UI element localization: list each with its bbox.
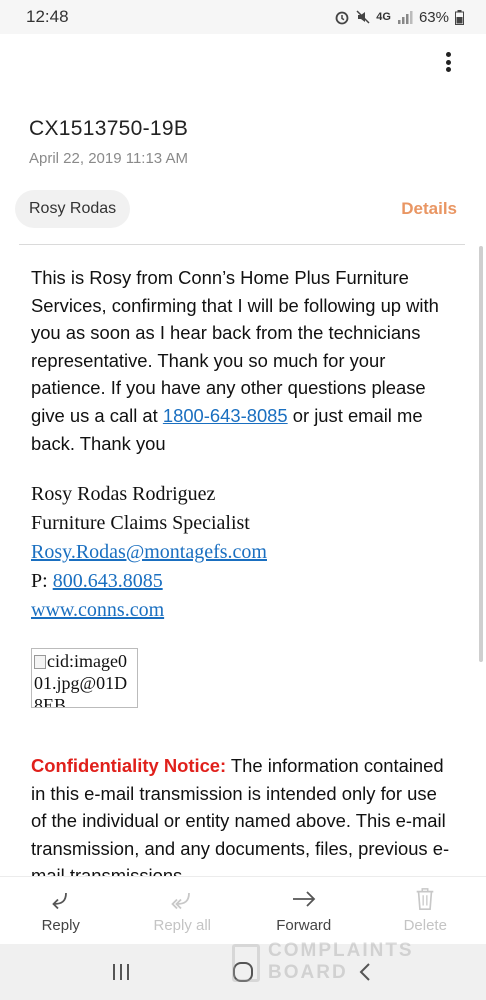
network-type: 4G bbox=[376, 11, 391, 23]
forward-button[interactable]: Forward bbox=[243, 877, 365, 944]
signature-website-link[interactable]: www.conns.com bbox=[31, 599, 164, 621]
signature-email-link[interactable]: Rosy.Rodas@montagefs.com bbox=[31, 541, 267, 563]
header-divider bbox=[19, 244, 465, 245]
reply-all-button[interactable]: Reply all bbox=[122, 877, 244, 944]
signal-icon bbox=[397, 11, 413, 24]
trash-icon bbox=[416, 888, 434, 910]
signature-title: Furniture Claims Specialist bbox=[31, 512, 250, 534]
status-time: 12:48 bbox=[26, 7, 69, 26]
battery-percent: 63% bbox=[418, 8, 449, 26]
status-icons: 4G 63% bbox=[334, 9, 464, 26]
scrollbar[interactable] bbox=[479, 246, 483, 662]
recent-apps-button[interactable] bbox=[101, 952, 141, 992]
battery-icon bbox=[455, 9, 464, 25]
email-subject: CX1513750-19B bbox=[29, 117, 189, 140]
delete-label: Delete bbox=[403, 917, 447, 934]
home-button[interactable] bbox=[223, 952, 263, 992]
reply-icon bbox=[51, 892, 67, 910]
system-nav-bar bbox=[0, 944, 486, 1000]
back-button[interactable] bbox=[345, 952, 385, 992]
delete-button[interactable]: Delete bbox=[365, 877, 486, 944]
email-date: April 22, 2019 11:13 AM bbox=[29, 150, 188, 167]
email-action-bar: Reply Reply all Forward Delete bbox=[0, 876, 486, 944]
image-alt-text: cid:image001.jpg@01D8EB bbox=[34, 651, 128, 708]
broken-image-icon bbox=[34, 655, 46, 669]
back-icon bbox=[359, 963, 370, 981]
recent-apps-icon bbox=[113, 964, 129, 980]
status-bar: 12:48 4G 63% bbox=[0, 0, 486, 34]
reply-button[interactable]: Reply bbox=[0, 877, 122, 944]
home-icon bbox=[233, 962, 253, 982]
body-intro: This is Rosy from Conn’s Home Plus Furni… bbox=[31, 267, 439, 426]
mute-icon bbox=[356, 10, 370, 24]
notice-label: Confidentiality Notice: bbox=[31, 755, 227, 776]
confidentiality-notice: Confidentiality Notice: The information … bbox=[31, 752, 455, 878]
forward-label: Forward bbox=[276, 917, 332, 934]
alarm-icon bbox=[335, 11, 349, 25]
reply-all-label: Reply all bbox=[153, 917, 212, 934]
email-signature: Rosy Rodas Rodriguez Furniture Claims Sp… bbox=[31, 480, 451, 625]
sender-chip[interactable]: Rosy Rodas bbox=[15, 190, 131, 228]
email-body: This is Rosy from Conn’s Home Plus Furni… bbox=[31, 264, 451, 457]
body-phone-link[interactable]: 1800-643-8085 bbox=[163, 405, 288, 426]
more-options-icon[interactable] bbox=[438, 50, 458, 74]
forward-icon bbox=[292, 891, 316, 907]
signature-phone-link[interactable]: 800.643.8085 bbox=[53, 570, 163, 592]
details-button[interactable]: Details bbox=[401, 199, 457, 219]
reply-label: Reply bbox=[41, 917, 80, 934]
signature-name: Rosy Rodas Rodriguez bbox=[31, 483, 216, 505]
sender-name: Rosy Rodas bbox=[29, 200, 117, 217]
signature-phone-prefix: P: bbox=[31, 570, 53, 592]
broken-image-placeholder: cid:image001.jpg@01D8EB bbox=[31, 648, 138, 708]
reply-all-icon bbox=[171, 892, 191, 910]
